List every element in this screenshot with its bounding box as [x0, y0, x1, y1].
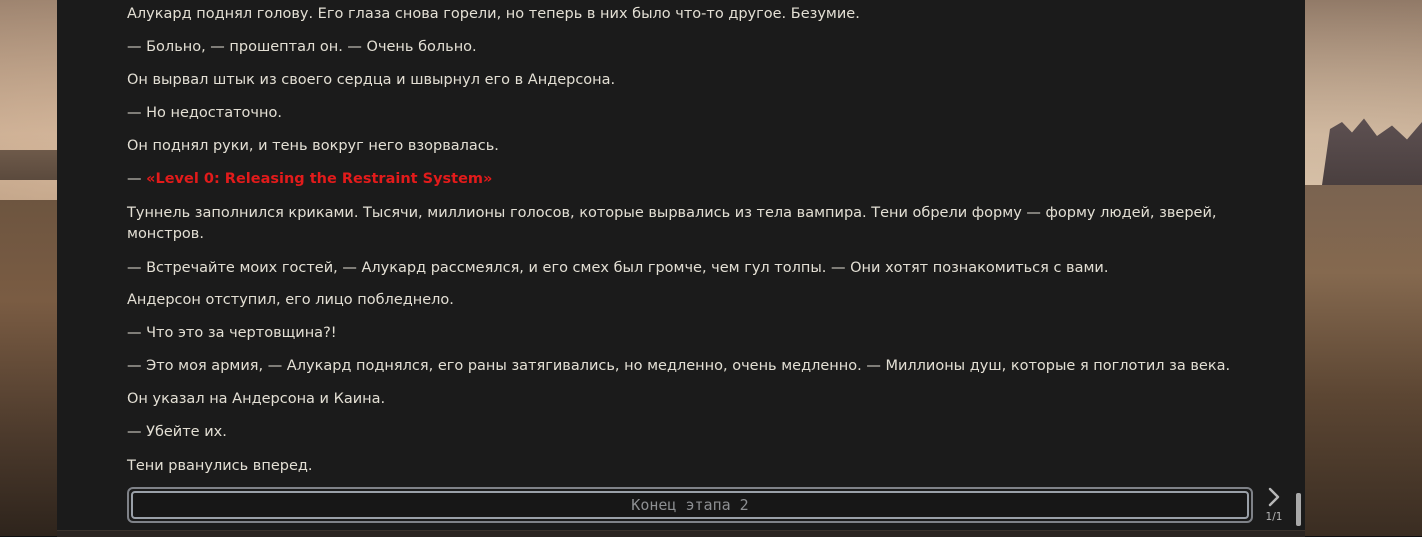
story-line: Он вырвал штык из своего сердца и швырну…	[127, 72, 616, 88]
story-line: Тени рванулись вперед.	[127, 458, 313, 474]
chevron-right-icon	[1268, 487, 1280, 507]
story-line: — Больно, — прошептал он. — Очень больно…	[127, 39, 477, 55]
story-line-special: — «Level 0: Releasing the Restraint Syst…	[127, 169, 1237, 190]
message-input[interactable]	[133, 495, 1247, 515]
story-line: Алукард поднял голову. Его глаза снова г…	[127, 6, 860, 22]
story-line: Туннель заполнился криками. Тысячи, милл…	[127, 205, 1217, 242]
story-line: — Убейте их.	[127, 424, 227, 440]
story-line: — Это моя армия, — Алукард поднялся, его…	[127, 358, 1231, 374]
story-line: Он указал на Андерсона и Каина.	[127, 391, 386, 407]
background-mesa-right	[1322, 118, 1422, 185]
background-dunes-left	[0, 200, 60, 536]
scrollbar-thumb[interactable]	[1296, 493, 1301, 526]
background-dunes-right	[1305, 185, 1422, 536]
story-line: Андерсон отступил, его лицо побледнело.	[127, 292, 454, 308]
story-line: — Встречайте моих гостей, — Алукард расс…	[127, 260, 1109, 276]
message-input-box	[131, 491, 1249, 519]
story-line: — Что это за чертовщина?!	[127, 325, 337, 341]
message-input-frame	[127, 487, 1253, 523]
highlight-text: «Level 0: Releasing the Restraint System…	[146, 171, 493, 187]
story-line: — Но недостаточно.	[127, 105, 282, 121]
swipe-counter: 1/1	[1265, 511, 1283, 523]
next-button[interactable]	[1262, 486, 1286, 508]
special-prefix: —	[127, 171, 147, 187]
background-horizon-left	[0, 150, 60, 180]
story-line: Он поднял руки, и тень вокруг него взорв…	[127, 138, 499, 154]
